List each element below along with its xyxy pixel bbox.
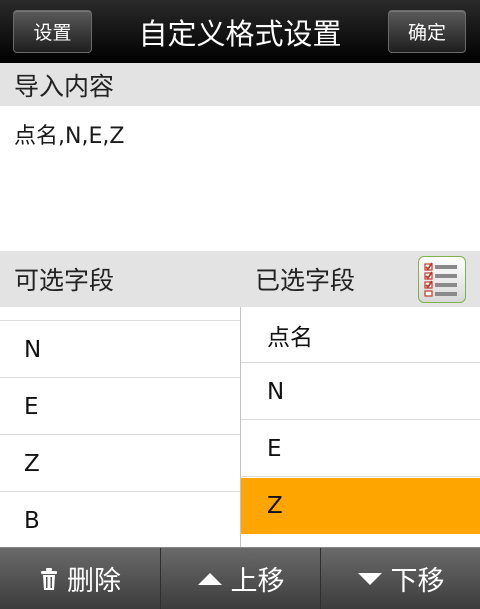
import-content-text: 点名,N,E,Z	[14, 124, 125, 149]
move-down-button[interactable]: 下移	[320, 548, 480, 609]
list-item-partial[interactable]	[0, 307, 240, 321]
list-item[interactable]: E	[0, 379, 240, 435]
list-item-selected[interactable]: Z	[241, 478, 480, 534]
list-item[interactable]: E	[241, 421, 480, 477]
import-header: 导入内容	[0, 63, 480, 106]
available-fields-list[interactable]: N E Z B	[0, 307, 240, 547]
move-down-label: 下移	[390, 566, 445, 597]
list-item[interactable]: N	[0, 322, 240, 378]
settings-button[interactable]: 设置	[13, 10, 92, 53]
title-bar: 设置 自定义格式设置 确定	[0, 0, 480, 63]
list-item[interactable]: Z	[0, 436, 240, 492]
delete-label: 删除	[67, 566, 121, 597]
confirm-button[interactable]: 确定	[388, 10, 466, 53]
delete-button[interactable]: 删除	[0, 548, 160, 609]
available-fields-label: 可选字段	[14, 266, 115, 295]
list-item[interactable]: N	[241, 364, 480, 420]
checklist-icon	[424, 262, 457, 297]
import-content-area: 点名,N,E,Z	[0, 106, 480, 251]
triangle-up-icon	[197, 572, 223, 586]
trash-icon	[39, 567, 59, 591]
triangle-down-icon	[357, 572, 383, 586]
selected-fields-list[interactable]: 点名 N E Z	[241, 307, 480, 547]
bottom-toolbar: 删除 上移 下移	[0, 547, 480, 609]
list-item[interactable]: 点名	[241, 307, 480, 363]
selected-fields-label: 已选字段	[255, 266, 356, 295]
checklist-button[interactable]	[418, 256, 466, 303]
import-header-label: 导入内容	[14, 71, 115, 101]
page-title: 自定义格式设置	[138, 16, 342, 51]
list-item[interactable]: B	[0, 493, 240, 547]
move-up-label: 上移	[230, 566, 285, 597]
move-up-button[interactable]: 上移	[160, 548, 320, 609]
fields-header: 可选字段 已选字段	[0, 251, 480, 307]
fields-list-area: N E Z B 点名 N E Z	[0, 307, 480, 547]
